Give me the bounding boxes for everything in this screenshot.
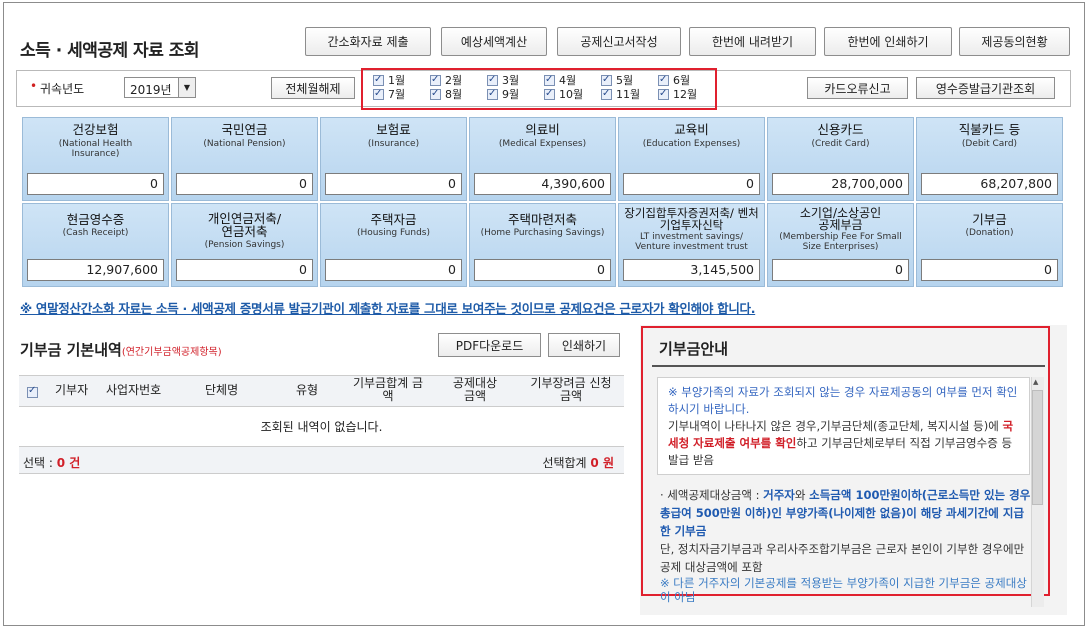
month-checkbox[interactable]: 8월 [430, 87, 462, 101]
col-organization: 단체명 [205, 383, 239, 397]
year-value: 2019년 [130, 83, 172, 97]
card-small-enterprise-fund: 소기업/소상공인 공제부금 (Membership Fee For Small … [767, 203, 914, 287]
amount-field: 0 [325, 173, 462, 195]
card-credit-card: 신용카드 (Credit Card) 28,700,000 [767, 117, 914, 201]
year-select[interactable]: 2019년 ▼ [124, 77, 196, 98]
card-medical-expenses: 의료비 (Medical Expenses) 4,390,600 [469, 117, 616, 201]
amount-field: 0 [623, 173, 760, 195]
guide-divider [652, 365, 1045, 367]
checkbox-icon[interactable] [658, 73, 669, 86]
card-health-insurance: 건강보험 (National Health Insurance) 0 [22, 117, 169, 201]
checkbox-icon[interactable] [430, 87, 441, 100]
amount-field: 0 [474, 259, 611, 281]
col-type: 유형 [296, 383, 319, 397]
card-cash-receipt: 현금영수증 (Cash Receipt) 12,907,600 [22, 203, 169, 287]
month-checkbox[interactable]: 5월 [601, 73, 633, 87]
print-button[interactable]: 인쇄하기 [548, 333, 620, 357]
amount-field: 3,145,500 [623, 259, 760, 281]
amount-field: 28,700,000 [772, 173, 909, 195]
col-business-number: 사업자번호 [106, 383, 162, 397]
month-checkbox[interactable]: 2월 [430, 73, 462, 87]
amount-field: 0 [176, 173, 313, 195]
checkbox-icon[interactable] [658, 87, 669, 100]
uncheck-all-months-button[interactable]: 전체월해제 [271, 77, 355, 99]
pdf-download-button[interactable]: PDF다운로드 [438, 333, 541, 357]
guide-partial-text: ※ 다른 거주자의 기본공제를 적용받는 부양가족이 지급한 기부금은 공제대상… [660, 576, 1027, 604]
card-debit-card: 직불카드 등 (Debit Card) 68,207,800 [916, 117, 1063, 201]
selected-count: 0 건 [56, 456, 81, 470]
card-lt-investment-savings: 장기집합투자증권저축/ 벤처기업투자신탁 LT investment savin… [618, 203, 765, 287]
amount-field: 0 [325, 259, 462, 281]
chevron-down-icon[interactable]: ▼ [178, 78, 195, 97]
card-national-pension: 국민연금 (National Pension) 0 [171, 117, 318, 201]
amount-field: 0 [176, 259, 313, 281]
month-checkbox[interactable]: 11월 [601, 87, 640, 101]
amount-field: 0 [772, 259, 909, 281]
guide-info-box: ※ 부양가족의 자료가 조회되지 않는 경우 자료제공동의 여부를 먼저 확인하… [657, 377, 1030, 475]
print-all-button[interactable]: 한번에 인쇄하기 [824, 27, 952, 56]
download-all-button[interactable]: 한번에 내려받기 [689, 27, 816, 56]
month-checkbox[interactable]: 10월 [544, 87, 583, 101]
checkbox-icon[interactable] [373, 73, 384, 86]
checkbox-icon[interactable] [601, 87, 612, 100]
amount-field: 4,390,600 [474, 173, 611, 195]
card-insurance: 보험료 (Insurance) 0 [320, 117, 467, 201]
month-checkbox[interactable]: 9월 [487, 87, 519, 101]
selected-sum: 0 원 [590, 456, 614, 470]
amount-field: 12,907,600 [27, 259, 164, 281]
col-deductible-amount: 공제대상 금액 [452, 376, 498, 403]
month-checkbox[interactable]: 1월 [373, 73, 405, 87]
card-error-report-button[interactable]: 카드오류신고 [807, 77, 908, 99]
scroll-up-icon[interactable]: ▲ [1033, 378, 1038, 386]
card-pension-savings: 개인연금저축/ 연금저축 (Pension Savings) 0 [171, 203, 318, 287]
checkbox-icon[interactable] [487, 73, 498, 86]
checkbox-icon[interactable] [373, 87, 384, 100]
checkbox-icon[interactable] [601, 73, 612, 86]
col-incentive-amount: 기부장려금 신청금액 [530, 376, 612, 403]
checkbox-icon[interactable] [544, 87, 555, 100]
donation-section-subtitle: (연간기부금액공제항목) [121, 347, 222, 358]
simplified-data-submit-button[interactable]: 간소화자료 제출 [305, 27, 431, 56]
col-donation-total: 기부금합계 금액 [352, 376, 424, 403]
col-donor: 기부자 [55, 383, 89, 397]
card-donation: 기부금 (Donation) 0 [916, 203, 1063, 287]
checkbox-icon[interactable] [430, 73, 441, 86]
select-all-checkbox[interactable] [27, 385, 38, 398]
estimated-tax-button[interactable]: 예상세액계산 [441, 27, 547, 56]
required-mark: • [30, 79, 38, 93]
card-education-expenses: 교육비 (Education Expenses) 0 [618, 117, 765, 201]
year-label: 귀속년도 [40, 82, 85, 96]
selection-summary: 선택 : 0 건 선택합계 0 원 [19, 446, 624, 474]
notice-text: ※ 연말정산간소화 자료는 소득 · 세액공제 증명서류 발급기관이 제출한 자… [20, 301, 756, 316]
guide-title: 기부금안내 [659, 340, 729, 358]
guide-detail-text: · 세액공제대상금액 : 거주자와 소득금액 100만원이하(근로소득만 있는 … [660, 488, 1031, 574]
amount-field: 0 [921, 259, 1058, 281]
month-checkbox[interactable]: 7월 [373, 87, 405, 101]
consent-status-button[interactable]: 제공동의현황 [959, 27, 1070, 56]
page-title: 소득 · 세액공제 자료 조회 [20, 41, 200, 61]
month-checkbox[interactable]: 3월 [487, 73, 519, 87]
month-checkbox[interactable]: 12월 [658, 87, 697, 101]
card-housing-funds: 주택자금 (Housing Funds) 0 [320, 203, 467, 287]
checkbox-icon[interactable] [487, 87, 498, 100]
receipt-issuer-lookup-button[interactable]: 영수증발급기관조회 [916, 77, 1055, 99]
amount-field: 0 [27, 173, 164, 195]
empty-message: 조회된 내역이 없습니다. [260, 420, 383, 434]
amount-field: 68,207,800 [921, 173, 1058, 195]
deduction-form-button[interactable]: 공제신고서작성 [557, 27, 681, 56]
month-checkbox[interactable]: 6월 [658, 73, 690, 87]
card-home-purchasing-savings: 주택마련저축 (Home Purchasing Savings) 0 [469, 203, 616, 287]
month-checkbox[interactable]: 4월 [544, 73, 576, 87]
donation-section-title: 기부금 기본내역(연간기부금액공제항목) [20, 341, 222, 359]
checkbox-icon[interactable] [544, 73, 555, 86]
scrollbar-thumb[interactable] [1032, 390, 1043, 505]
